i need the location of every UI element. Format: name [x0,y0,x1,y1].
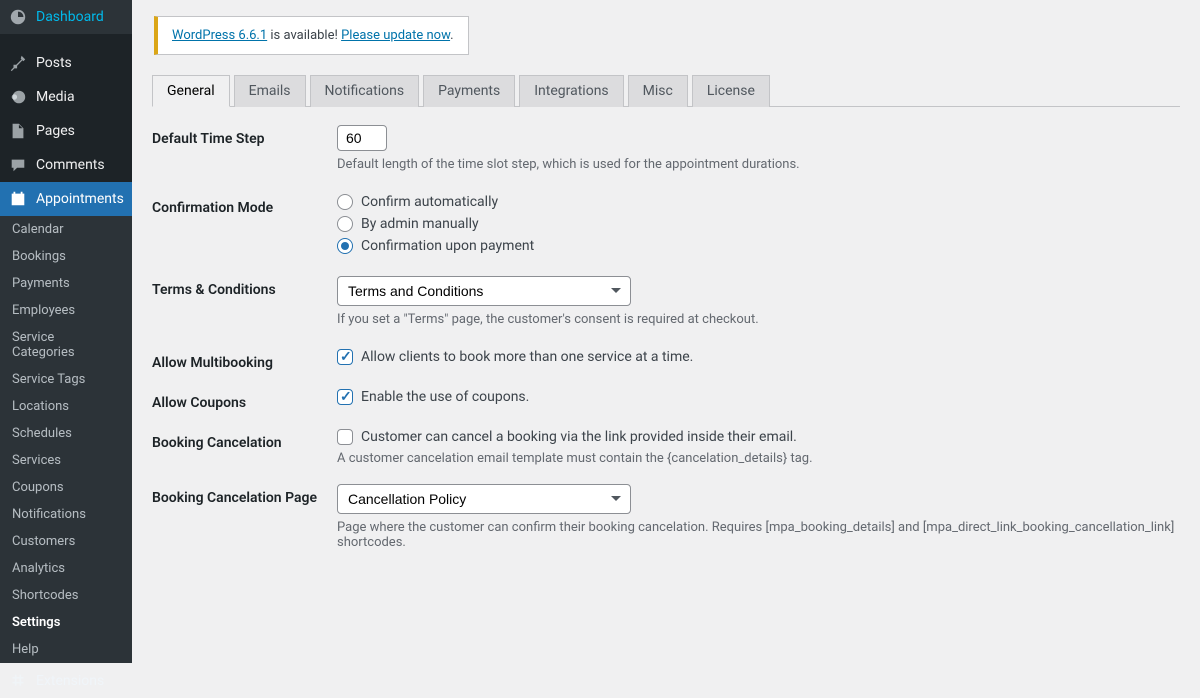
sub-calendar[interactable]: Calendar [0,216,132,243]
main-content: WordPress 6.6.1 is available! Please upd… [132,0,1200,589]
tab-emails[interactable]: Emails [234,75,306,107]
terms-select[interactable]: Terms and Conditions [337,276,631,306]
label-coupons: Allow Coupons [152,389,337,411]
radio-label: Confirmation upon payment [361,238,534,254]
checkbox-multibooking[interactable] [337,349,353,365]
desc-cancelation-page: Page where the customer can confirm thei… [337,520,1180,550]
sidebar-item-pages[interactable]: Pages [0,114,132,148]
desc-cancelation: A customer cancelation email template mu… [337,451,1180,466]
radio-confirm-payment[interactable] [337,238,353,254]
sub-customers[interactable]: Customers [0,528,132,555]
radio-label: By admin manually [361,216,479,232]
dashboard-icon [8,7,28,27]
checkbox-cancelation[interactable] [337,429,353,445]
sidebar-label: Pages [36,123,75,139]
checkbox-label: Customer can cancel a booking via the li… [361,429,797,445]
calendar-icon [8,189,28,209]
sub-coupons[interactable]: Coupons [0,474,132,501]
sidebar-item-dashboard[interactable]: Dashboard [0,0,132,34]
sub-payments[interactable]: Payments [0,270,132,297]
label-terms: Terms & Conditions [152,276,337,298]
label-default-time-step: Default Time Step [152,125,337,147]
tab-integrations[interactable]: Integrations [519,75,623,107]
tab-misc[interactable]: Misc [628,75,688,107]
sidebar-label: Appointments [36,191,124,207]
label-booking-cancelation: Booking Cancelation [152,429,337,451]
tab-general[interactable]: General [152,75,230,107]
sidebar-item-media[interactable]: Media [0,80,132,114]
notice-text: is available! [267,28,341,43]
radio-confirm-admin[interactable] [337,216,353,232]
default-time-step-input[interactable] [337,125,387,151]
wp-version-link[interactable]: WordPress 6.6.1 [172,28,267,43]
pin-icon [8,53,28,73]
checkbox-coupons[interactable] [337,389,353,405]
sidebar-label: Media [36,89,75,105]
sub-bookings[interactable]: Bookings [0,243,132,270]
radio-confirm-auto[interactable] [337,194,353,210]
update-now-link[interactable]: Please update now [341,28,450,43]
notice-tail: . [450,28,453,43]
plugin-icon [8,671,28,691]
desc-default-time-step: Default length of the time slot step, wh… [337,157,1180,172]
sub-settings[interactable]: Settings [0,609,132,636]
sidebar-label: Posts [36,55,72,71]
admin-sidebar: Dashboard Posts Media Pages Comments App… [0,0,132,589]
checkbox-label: Enable the use of coupons. [361,389,529,405]
cancelation-page-select[interactable]: Cancellation Policy [337,484,631,514]
sub-locations[interactable]: Locations [0,393,132,420]
sub-notifications[interactable]: Notifications [0,501,132,528]
sub-help[interactable]: Help [0,636,132,663]
sub-employees[interactable]: Employees [0,297,132,324]
sidebar-label: Extensions [36,673,104,689]
page-icon [8,121,28,141]
sidebar-item-comments[interactable]: Comments [0,148,132,182]
label-confirmation-mode: Confirmation Mode [152,194,337,216]
desc-terms: If you set a "Terms" page, the customer'… [337,312,1180,327]
settings-tabs: General Emails Notifications Payments In… [152,75,1180,107]
sidebar-item-appointments[interactable]: Appointments [0,182,132,216]
checkbox-label: Allow clients to book more than one serv… [361,349,693,365]
sidebar-label: Comments [36,157,105,173]
comments-icon [8,155,28,175]
sub-shortcodes[interactable]: Shortcodes [0,582,132,609]
update-notice: WordPress 6.6.1 is available! Please upd… [154,16,469,55]
sub-service-categories[interactable]: Service Categories [0,324,132,366]
sidebar-item-posts[interactable]: Posts [0,46,132,80]
sidebar-label: Dashboard [36,9,104,25]
sub-analytics[interactable]: Analytics [0,555,132,582]
tab-payments[interactable]: Payments [423,75,515,107]
sub-services[interactable]: Services [0,447,132,474]
tab-license[interactable]: License [692,75,770,107]
label-cancelation-page: Booking Cancelation Page [152,484,337,506]
label-multibooking: Allow Multibooking [152,349,337,371]
sub-service-tags[interactable]: Service Tags [0,366,132,393]
sub-schedules[interactable]: Schedules [0,420,132,447]
sidebar-submenu: Calendar Bookings Payments Employees Ser… [0,216,132,663]
sidebar-item-extensions[interactable]: Extensions [0,663,132,698]
radio-label: Confirm automatically [361,194,498,210]
tab-notifications[interactable]: Notifications [310,75,420,107]
media-icon [8,87,28,107]
